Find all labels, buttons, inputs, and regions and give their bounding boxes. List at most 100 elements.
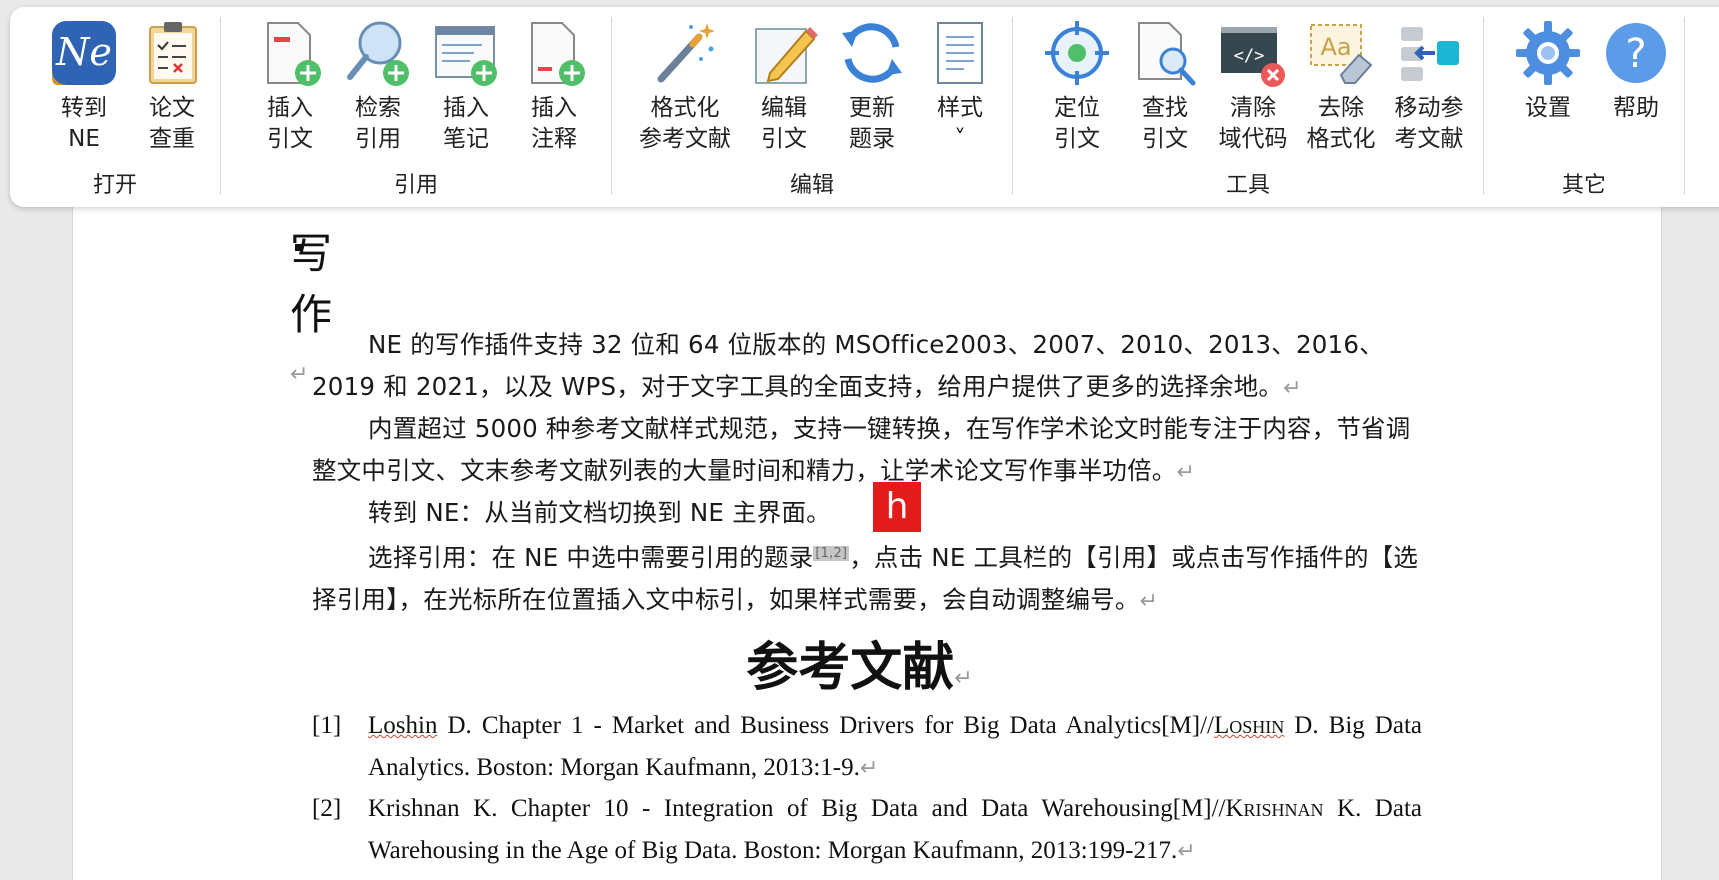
return-mark: ↵ [290, 362, 309, 387]
insert-citation-button[interactable]: 插入 引文 [246, 17, 334, 155]
group-open-label: 打开 [92, 173, 137, 198]
goto-ne-button[interactable]: Ne 转到 NE [40, 17, 128, 155]
paragraph-3[interactable]: 转到 NE：从当前文档切换到 NE 主界面。 [312, 492, 1422, 534]
references-title[interactable]: 参考文献↵ [0, 625, 1719, 700]
format-references-label-2: 参考文献 [639, 126, 731, 152]
clear-field-code-label-2: 域代码 [1218, 126, 1288, 152]
reference-number: [2] [312, 795, 342, 822]
section-heading-text: 写作 [290, 229, 333, 339]
insert-citation-label-1: 插入 [267, 95, 313, 121]
locate-citation-label-1: 定位 [1054, 95, 1100, 121]
paragraph-4[interactable]: 选择引用：在 NE 中选中需要引用的题录 [1,2]，点击 NE 工具栏的【引用】… [312, 533, 1422, 622]
help-label: 帮助 [1613, 95, 1659, 121]
paper-check-label-2: 查重 [149, 126, 195, 152]
return-mark: ↵ [1176, 459, 1196, 485]
reference-editor: Krishnan [1225, 795, 1324, 822]
group-other-label: 其它 [1561, 173, 1606, 198]
paragraph-2[interactable]: 内置超过 5000 种参考文献样式规范，支持一键转换，在写作学术论文时能专注于内… [312, 408, 1422, 493]
return-mark: ↵ [859, 755, 879, 781]
eraser-format-icon: Aa [1310, 24, 1373, 84]
reference-text: K. Chapter 10 - Integration of Big Data … [459, 795, 1226, 822]
edit-citation-label-1: 编辑 [761, 95, 807, 121]
clear-field-code-button[interactable]: </> 清除域代码 [1209, 17, 1297, 155]
reference-entry[interactable]: [1] Loshin D. Chapter 1 - Market and Bus… [312, 705, 1422, 789]
group-divider [1684, 17, 1685, 195]
references-title-text: 参考文献 [746, 637, 955, 698]
move-references-button[interactable]: 移动参 考文献 [1385, 17, 1473, 155]
paper-check-button[interactable]: 论文 查重 [128, 17, 216, 155]
remove-format-button[interactable]: Aa 去除格式化 [1297, 17, 1385, 155]
svg-text:Aa: Aa [1320, 33, 1351, 61]
paper-check-label-1: 论文 [149, 95, 195, 121]
refresh-icon [842, 23, 902, 83]
hint-marker-letter: h [885, 486, 909, 527]
paragraph-2-text: 内置超过 5000 种参考文献样式规范，支持一键转换，在写作学术论文时能专注于内… [312, 414, 1411, 485]
hint-marker-h[interactable]: h [873, 482, 921, 532]
goto-ne-label-2: NE [68, 126, 100, 152]
remove-format-label-1: 去除 [1318, 95, 1364, 121]
doc-annotation-add-icon [531, 22, 585, 86]
return-mark: ↵ [1177, 838, 1196, 864]
move-references-label-2: 考文献 [1394, 126, 1464, 152]
return-mark: ↵ [1283, 375, 1302, 401]
help-button[interactable]: ? 帮助 [1592, 17, 1680, 124]
reference-entry[interactable]: [2] Krishnan K. Chapter 10 - Integration… [312, 788, 1422, 872]
return-mark: ↵ [1139, 588, 1159, 614]
svg-text:Ne: Ne [55, 30, 112, 74]
move-arrow-icon [1401, 27, 1459, 81]
paragraph-4-text-a: 选择引用：在 NE 中选中需要引用的题录 [368, 543, 814, 573]
settings-label: 设置 [1525, 95, 1571, 121]
find-citation-label-2: 引文 [1142, 126, 1188, 152]
insert-note-button[interactable]: 插入 笔记 [422, 17, 510, 155]
code-clear-icon: </> [1221, 27, 1285, 87]
search-add-icon [347, 21, 409, 86]
group-tools: 定位 引文 查找 引文 </> 清除 域代码 Aa 去除 格式化 移动参 考文献… [1013, 7, 1483, 207]
group-edit-label: 编辑 [789, 173, 834, 198]
insert-annotation-label-2: 注释 [531, 126, 577, 152]
group-citation: 插入 引文 检索 引用 插入 笔记 插入 注释 引用 [221, 7, 611, 207]
search-citation-label-1: 检索 [355, 95, 401, 121]
insert-citation-label-2: 引文 [267, 126, 313, 152]
goto-ne-label-1: 转到 [61, 95, 107, 121]
doc-add-icon [267, 22, 321, 86]
search-citation-button[interactable]: 检索 引用 [334, 17, 422, 155]
insert-note-label-1: 插入 [443, 95, 489, 121]
find-citation-label-1: 查找 [1142, 95, 1188, 121]
pencil-edit-icon [755, 27, 818, 84]
update-bibliography-label-2: 题录 [849, 126, 895, 152]
magic-wand-icon [657, 23, 715, 83]
format-references-label-1: 格式化 [650, 95, 720, 121]
chevron-down-icon: ˅ [954, 126, 966, 152]
settings-button[interactable]: 设置 [1504, 17, 1592, 124]
reference-author: Loshin [368, 712, 438, 739]
ne-logo-icon: Ne [52, 21, 116, 85]
insert-note-label-2: 笔记 [443, 126, 489, 152]
find-citation-button[interactable]: 查找 引文 [1121, 17, 1209, 155]
return-mark: ↵ [954, 666, 973, 691]
paragraph-1[interactable]: NE 的写作插件支持 32 位和 64 位版本的 MSOffice2003、20… [312, 324, 1422, 409]
edit-citation-label-2: 引文 [761, 126, 807, 152]
insert-annotation-label-1: 插入 [531, 95, 577, 121]
move-references-label-1: 移动参 [1394, 95, 1464, 121]
style-doc-icon [937, 22, 983, 84]
style-label: 样式 [937, 95, 983, 121]
svg-text:?: ? [1625, 31, 1646, 77]
group-other: 设置 ? 帮助 其它 [1484, 7, 1684, 207]
paragraph-3-text: 转到 NE：从当前文档切换到 NE 主界面。 [368, 498, 831, 527]
gear-icon [1516, 21, 1580, 85]
insert-annotation-button[interactable]: 插入 注释 [510, 17, 598, 155]
style-dropdown-button[interactable]: 样式 ˅ [916, 17, 1004, 155]
locate-citation-button[interactable]: 定位 引文 [1033, 17, 1121, 155]
edit-citation-button[interactable]: 编辑 引文 [740, 17, 828, 155]
update-bibliography-button[interactable]: 更新 题录 [828, 17, 916, 155]
group-open: Ne 转到 NE 论文查重 打开 [10, 7, 220, 207]
clear-field-code-label-1: 清除 [1230, 95, 1276, 121]
format-references-button[interactable]: 格式化 参考文献 [630, 17, 740, 155]
search-citation-label-2: 引用 [355, 126, 401, 152]
remove-format-label-2: 格式化 [1306, 126, 1376, 152]
citation-marker[interactable]: [1,2] [813, 546, 850, 561]
doc-search-icon [1138, 22, 1196, 86]
paragraph-1-text: NE 的写作插件支持 32 位和 64 位版本的 MSOffice2003、20… [312, 330, 1384, 401]
help-icon: ? [1606, 23, 1666, 83]
note-add-icon [435, 26, 497, 86]
